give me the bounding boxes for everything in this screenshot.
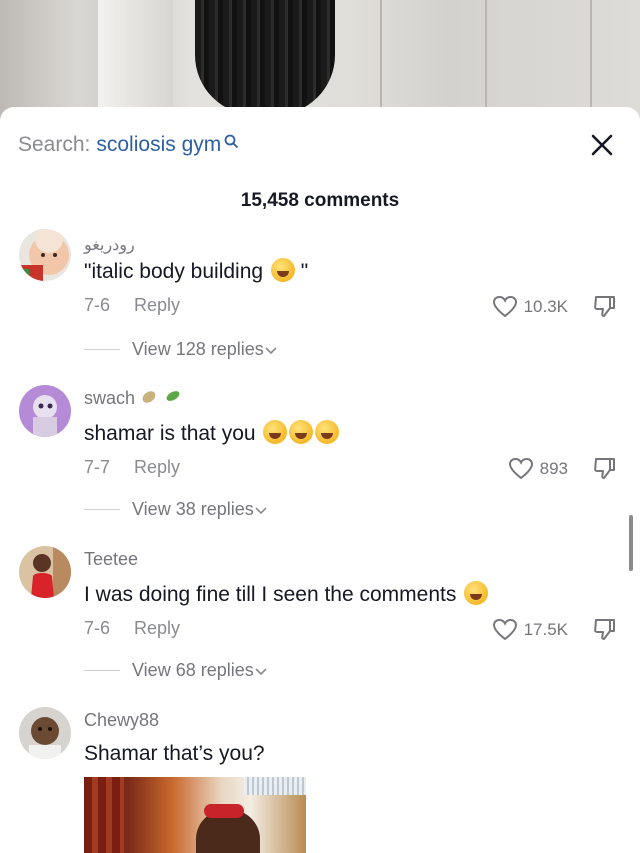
divider — [84, 349, 120, 350]
view-replies-label[interactable]: View 128 replies — [132, 339, 264, 360]
comment-meta: 7-7 Reply — [84, 457, 180, 478]
like-button[interactable]: 893 — [508, 457, 568, 481]
comment-text: "italic body building " — [84, 258, 308, 284]
chevron-down-icon[interactable] — [264, 345, 278, 355]
comment-username[interactable]: Teetee — [84, 549, 138, 570]
view-replies-label[interactable]: View 68 replies — [132, 660, 254, 681]
like-button[interactable]: 10.3K — [492, 295, 568, 319]
scrollbar[interactable] — [629, 515, 633, 571]
comment-date: 7-7 — [84, 457, 111, 477]
comment-meta: 7-6 Reply — [84, 618, 180, 639]
search-suggestion[interactable]: Search: scoliosis gym — [18, 131, 239, 159]
reply-button[interactable]: Reply — [134, 618, 180, 639]
like-count: 17.5K — [523, 620, 568, 639]
view-replies-button[interactable]: View 68 replies — [84, 660, 268, 681]
comment-username[interactable]: Chewy88 — [84, 710, 159, 731]
avatar[interactable] — [19, 546, 71, 598]
divider — [84, 670, 120, 671]
comment-text-main: I was doing fine till I seen the comment… — [84, 583, 457, 606]
laughing-emoji-icon — [315, 420, 340, 444]
gif-bow — [204, 804, 244, 818]
comment-text: shamar is that you — [84, 420, 340, 446]
view-replies-label[interactable]: View 38 replies — [132, 499, 254, 520]
crying-emoji-icon — [464, 581, 489, 605]
heart-icon[interactable] — [492, 618, 518, 642]
dislike-icon[interactable] — [592, 455, 618, 481]
heart-icon[interactable] — [492, 295, 518, 319]
crying-emoji-icon — [270, 258, 295, 282]
heart-icon[interactable] — [508, 457, 534, 481]
comment-username[interactable]: swach — [84, 388, 181, 409]
reply-button[interactable]: Reply — [134, 295, 180, 316]
comments-sheet: Search: scoliosis gym 15,458 comments رو… — [0, 107, 640, 853]
close-icon[interactable] — [588, 131, 616, 159]
comments-count: 15,458 comments — [240, 190, 400, 211]
divider — [84, 509, 120, 510]
dislike-icon[interactable] — [592, 293, 618, 319]
view-replies-button[interactable]: View 38 replies — [84, 499, 268, 520]
comment-meta: 7-6 Reply — [84, 295, 180, 316]
laughing-emoji-icon — [263, 420, 288, 444]
avatar[interactable] — [19, 385, 71, 437]
comment-date: 7-6 — [84, 618, 111, 638]
like-count: 893 — [539, 459, 568, 478]
like-count: 10.3K — [523, 297, 568, 316]
video-person-hair — [195, 0, 335, 115]
reply-button[interactable]: Reply — [134, 457, 180, 478]
comment-text: Shamar that’s you? — [84, 742, 265, 765]
gif-lamp — [244, 777, 306, 795]
comment-gif-image[interactable] — [84, 777, 306, 853]
herb-emoji-icon — [166, 391, 180, 401]
chevron-down-icon[interactable] — [254, 666, 268, 676]
comment-username[interactable]: رودريغو — [84, 235, 135, 255]
comment-date: 7-6 — [84, 295, 111, 315]
comment-text-suffix: " — [300, 260, 309, 283]
avatar[interactable] — [19, 707, 71, 759]
comment-text-main: "italic body building — [84, 260, 264, 283]
dislike-icon[interactable] — [592, 616, 618, 642]
like-button[interactable]: 17.5K — [492, 618, 568, 642]
laughing-emoji-icon — [289, 420, 314, 444]
gif-curtain — [84, 777, 124, 853]
view-replies-button[interactable]: View 128 replies — [84, 339, 278, 360]
chevron-down-icon[interactable] — [254, 505, 268, 515]
search-label: Search: — [18, 133, 91, 156]
comment-text: I was doing fine till I seen the comment… — [84, 581, 489, 607]
avatar[interactable] — [19, 229, 71, 281]
search-term[interactable]: scoliosis gym — [96, 133, 221, 157]
search-icon[interactable] — [223, 134, 239, 156]
leaf-emoji-icon — [142, 391, 156, 403]
comment-username-text[interactable]: swach — [84, 388, 135, 408]
comment-text-main: shamar is that you — [84, 422, 256, 445]
